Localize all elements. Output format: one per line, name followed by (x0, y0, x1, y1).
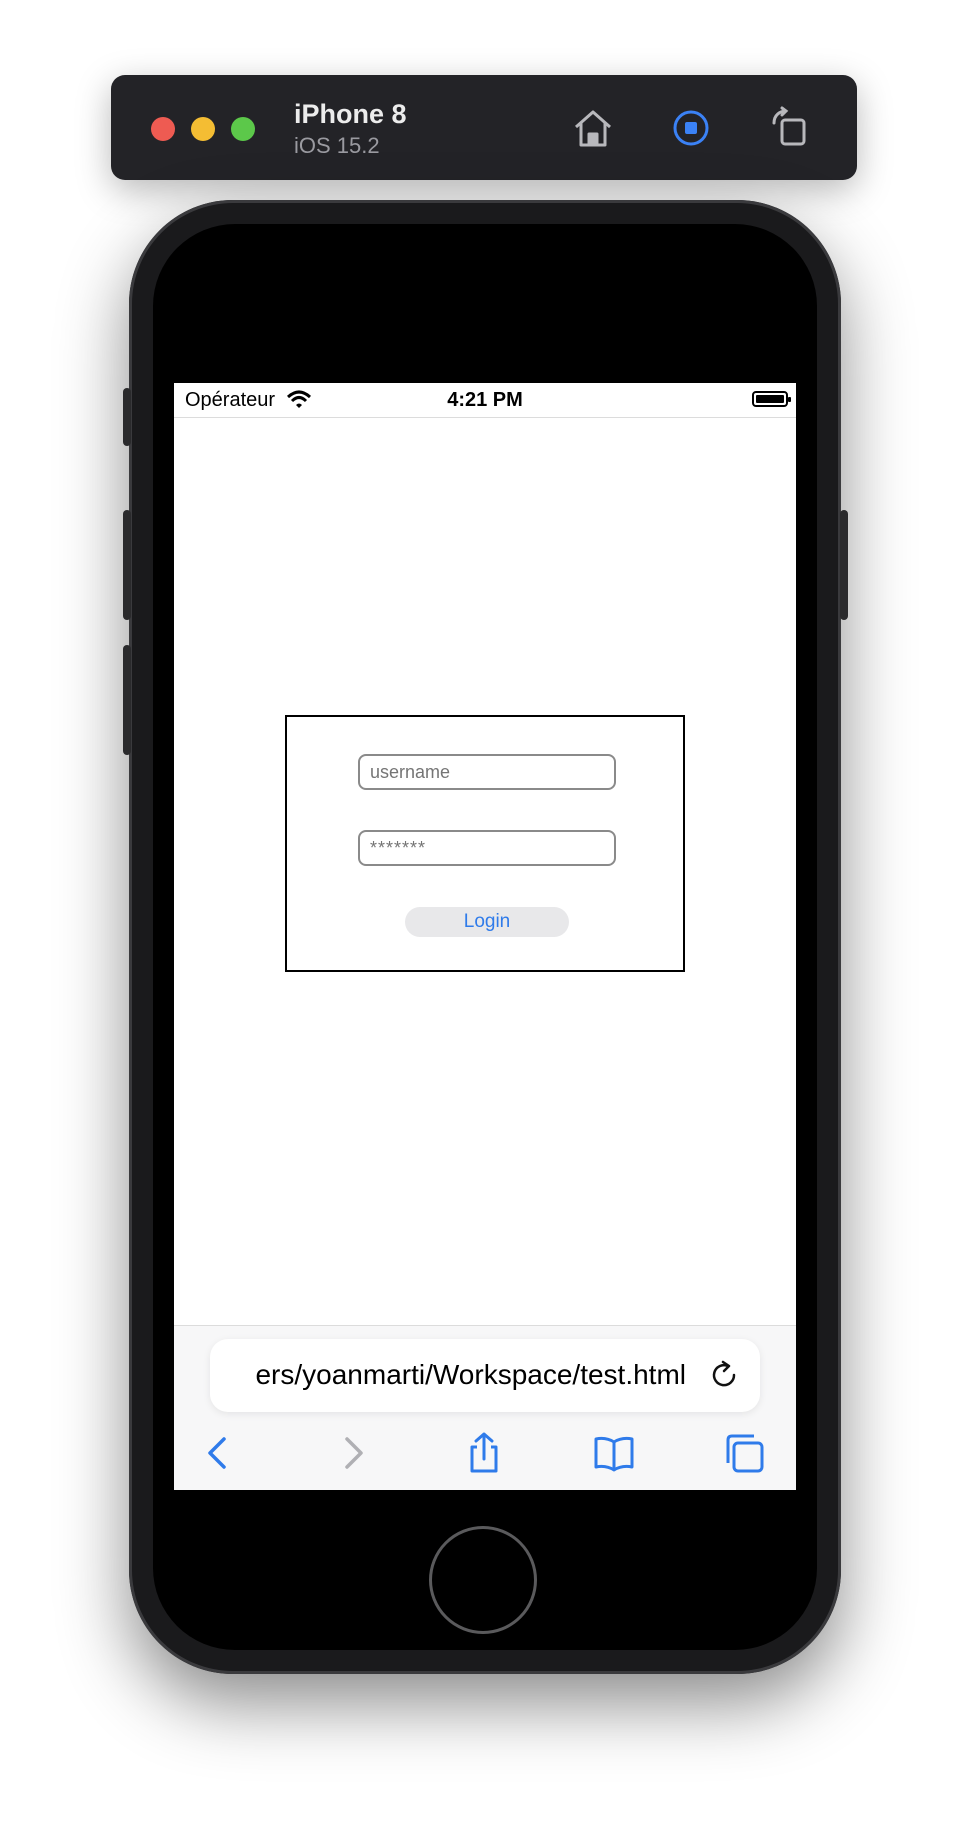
login-button[interactable]: Login (405, 907, 569, 937)
address-bar[interactable]: ers/yoanmarti/Workspace/test.html (210, 1339, 760, 1412)
os-version: iOS 15.2 (294, 133, 380, 158)
username-input[interactable] (358, 754, 616, 790)
silent-switch (123, 388, 131, 446)
forward-icon[interactable] (331, 1431, 375, 1475)
close-window-button[interactable] (151, 117, 175, 141)
status-time: 4:21 PM (447, 389, 523, 411)
phone-screen: Opérateur 4:21 PM Login ers/yoanmarti/Wo… (174, 383, 796, 1490)
tabs-icon[interactable] (722, 1431, 766, 1475)
home-icon[interactable] (570, 105, 616, 151)
simulator-title-bar: iPhone 8 iOS 15.2 (111, 75, 857, 180)
reload-icon[interactable] (706, 1357, 742, 1393)
home-button[interactable] (429, 1526, 537, 1634)
password-input[interactable] (358, 830, 616, 866)
bookmarks-icon[interactable] (592, 1431, 636, 1475)
battery-icon (752, 391, 791, 407)
rotate-icon[interactable] (766, 105, 812, 151)
device-name: iPhone 8 (294, 99, 407, 129)
safari-toolbar: ers/yoanmarti/Workspace/test.html (174, 1325, 796, 1490)
status-bar: Opérateur 4:21 PM (174, 383, 796, 418)
zoom-window-button[interactable] (231, 117, 255, 141)
volume-up-button (123, 510, 131, 620)
minimize-window-button[interactable] (191, 117, 215, 141)
screenshot-icon[interactable] (668, 105, 714, 151)
share-icon[interactable] (462, 1431, 506, 1475)
volume-down-button (123, 645, 131, 755)
back-icon[interactable] (197, 1431, 241, 1475)
url-text: ers/yoanmarti/Workspace/test.html (255, 1359, 686, 1390)
power-button (840, 510, 848, 620)
login-form: Login (285, 715, 685, 972)
